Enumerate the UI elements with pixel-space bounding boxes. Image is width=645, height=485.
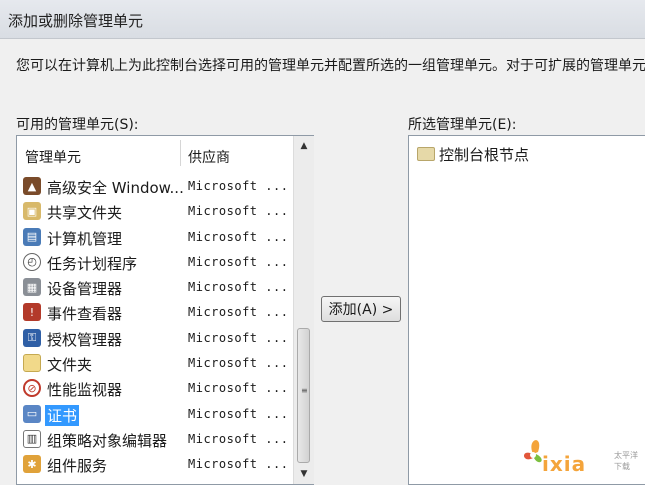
list-item[interactable]: ✱ 组件服务 Microsoft ... xyxy=(17,452,293,477)
list-header: 管理单元 供应商 xyxy=(17,136,293,169)
snapin-vendor: Microsoft ... xyxy=(188,356,289,371)
list-rows: ▲ 高级安全 Window... Microsoft ... ▣ 共享文件夹 M… xyxy=(17,174,293,478)
snapin-vendor: Microsoft ... xyxy=(188,381,289,396)
snapin-vendor: Microsoft ... xyxy=(188,254,289,269)
grip-icon: ≡ xyxy=(301,386,308,395)
tree-item-label: 控制台根节点 xyxy=(439,146,530,164)
scroll-up-icon[interactable]: ▲ xyxy=(294,136,314,156)
snapin-name: 证书 xyxy=(45,404,80,426)
event-viewer-icon: ! xyxy=(23,303,41,322)
computer-management-icon: ▤ xyxy=(23,227,41,246)
column-header-snapin[interactable]: 管理单元 xyxy=(25,147,81,167)
list-item-selected[interactable]: ▭ 证书 Microsoft ... xyxy=(17,402,293,427)
watermark-text: ixia xyxy=(542,452,587,476)
scroll-down-icon[interactable]: ▼ xyxy=(294,464,314,484)
list-item[interactable]: ▣ 共享文件夹 Microsoft ... xyxy=(17,199,293,224)
add-button[interactable]: 添加(A) > xyxy=(321,296,401,322)
component-services-icon: ✱ xyxy=(23,455,41,474)
authorization-icon: ⚿ xyxy=(23,328,41,347)
column-divider[interactable] xyxy=(180,140,181,166)
list-item[interactable]: ▲ 高级安全 Window... Microsoft ... xyxy=(17,174,293,199)
list-item[interactable]: ◴ 任务计划程序 Microsoft ... xyxy=(17,250,293,275)
watermark-logo: ixia 太平洋下载 xyxy=(518,430,642,482)
snapin-name: 计算机管理 xyxy=(47,229,123,248)
snapin-name: 性能监视器 xyxy=(47,381,123,400)
snapin-vendor: Microsoft ... xyxy=(188,305,289,320)
column-header-vendor[interactable]: 供应商 xyxy=(188,147,230,167)
list-item[interactable]: 文件夹 Microsoft ... xyxy=(17,351,293,376)
snapin-name: 任务计划程序 xyxy=(47,254,138,273)
snapin-name: 授权管理器 xyxy=(47,330,123,349)
list-item[interactable]: ▥ 组策略对象编辑器 Microsoft ... xyxy=(17,427,293,452)
snapin-name: 设备管理器 xyxy=(47,280,123,299)
list-item[interactable]: ⊘ 性能监视器 Microsoft ... xyxy=(17,376,293,401)
firewall-icon: ▲ xyxy=(23,177,41,195)
snapin-vendor: Microsoft ... xyxy=(188,406,289,421)
available-snapins-label: 可用的管理单元(S): xyxy=(16,117,139,133)
group-policy-icon: ▥ xyxy=(23,429,41,448)
device-manager-icon: ▦ xyxy=(23,278,41,297)
snapin-vendor: Microsoft ... xyxy=(188,457,289,472)
shared-folder-icon: ▣ xyxy=(23,202,41,221)
performance-icon: ⊘ xyxy=(23,379,41,398)
selected-snapins-label: 所选管理单元(E): xyxy=(408,117,517,133)
clock-icon: ◴ xyxy=(23,252,41,271)
description-text: 您可以在计算机上为此控制台选择可用的管理单元并配置所选的一组管理单元。对于可扩展… xyxy=(16,58,645,74)
snapin-vendor: Microsoft ... xyxy=(188,204,289,219)
watermark-tag: 太平洋下载 xyxy=(614,451,638,471)
list-item[interactable]: ▤ 计算机管理 Microsoft ... xyxy=(17,225,293,250)
snapin-vendor: Microsoft ... xyxy=(188,431,289,446)
folder-icon xyxy=(23,354,41,373)
vertical-scrollbar[interactable]: ▲ ≡ ▼ xyxy=(293,136,314,484)
snapin-name: 组件服务 xyxy=(47,457,108,476)
folder-icon xyxy=(417,147,435,161)
list-item[interactable]: ! 事件查看器 Microsoft ... xyxy=(17,300,293,325)
available-snapins-list[interactable]: 管理单元 供应商 ▲ 高级安全 Window... Microsoft ... … xyxy=(16,135,314,485)
snapin-name: 组策略对象编辑器 xyxy=(47,431,168,450)
list-item[interactable]: ⚿ 授权管理器 Microsoft ... xyxy=(17,326,293,351)
list-item[interactable]: ▦ 设备管理器 Microsoft ... xyxy=(17,275,293,300)
scrollbar-thumb[interactable]: ≡ xyxy=(297,328,310,463)
certificate-icon: ▭ xyxy=(23,404,41,423)
snapin-name: 事件查看器 xyxy=(47,305,123,324)
snapin-vendor: Microsoft ... xyxy=(188,179,289,193)
snapin-vendor: Microsoft ... xyxy=(188,330,289,345)
snapin-name: 高级安全 Window... xyxy=(47,179,184,197)
snapin-vendor: Microsoft ... xyxy=(188,280,289,295)
snapin-name: 文件夹 xyxy=(47,356,93,375)
snapin-name: 共享文件夹 xyxy=(47,204,123,223)
snapin-vendor: Microsoft ... xyxy=(188,229,289,244)
window-title: 添加或删除管理单元 xyxy=(8,12,144,30)
title-bar: 添加或删除管理单元 xyxy=(0,0,645,39)
